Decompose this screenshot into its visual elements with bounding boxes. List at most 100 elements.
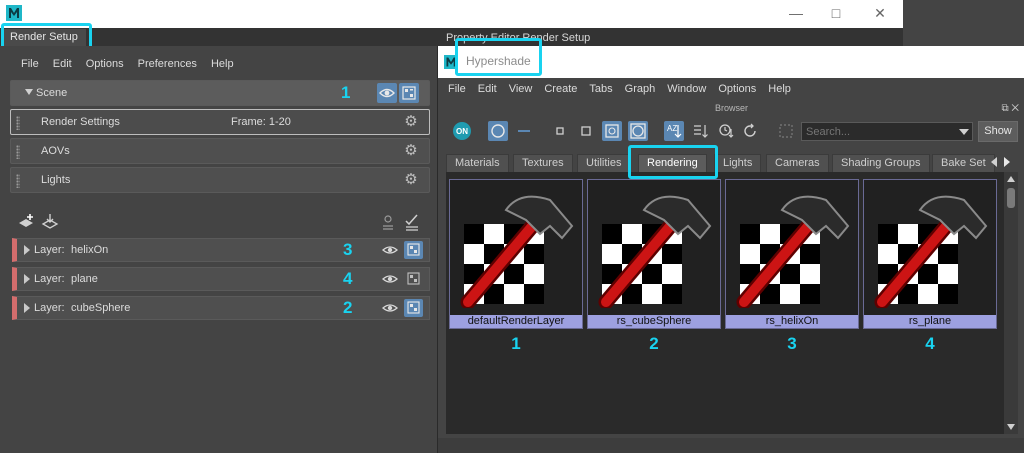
swatch-item[interactable]: defaultRenderLayer [449,179,583,329]
tab-bake-set[interactable]: Bake Set [932,154,995,172]
show-button[interactable]: Show [978,121,1018,142]
list-view-icon[interactable] [514,121,534,141]
layer-row-helixon[interactable]: Layer: helixOn 3 [12,238,430,262]
scene-row[interactable]: Scene 1 [10,80,430,106]
swatch-item[interactable]: rs_cubeSphere [587,179,721,329]
sort-by-type-icon[interactable] [690,121,710,141]
search-input[interactable] [801,122,973,141]
renderable-toggle[interactable] [404,241,423,259]
eye-icon[interactable] [381,270,399,288]
menu-edit[interactable]: Edit [472,79,503,99]
swatch-number: 1 [511,334,521,353]
refresh-icon[interactable] [740,121,760,141]
search-dropdown-icon[interactable] [959,129,969,135]
minimize-icon[interactable]: — [786,5,806,21]
collection-label: Render Settings [41,116,120,128]
panel-float-close-icons[interactable]: ⧉ ✕ [1001,102,1019,116]
tab-scroll-right-icon[interactable] [1004,157,1010,167]
layer-badge-number: 2 [343,298,353,317]
drag-handle-icon[interactable] [16,174,20,188]
large-swatch-button[interactable] [602,121,622,141]
layer-name: helixOn [71,244,109,256]
tab-utilities[interactable]: Utilities [577,154,631,172]
menu-file[interactable]: File [442,79,472,99]
collection-lights[interactable]: Lights ⚙ [10,167,430,193]
menu-window[interactable]: Window [661,79,712,99]
tab-scroll-left-icon[interactable] [991,157,997,167]
expand-arrow-icon[interactable] [24,245,30,255]
close-icon[interactable]: ✕ [870,5,890,21]
gear-icon[interactable]: ⚙ [403,172,419,188]
scrollbar-thumb[interactable] [1007,188,1015,208]
swatch-item[interactable]: rs_plane [863,179,997,329]
tab-lights[interactable]: Lights [714,154,762,172]
layer-row-plane[interactable]: Layer: plane 4 [12,267,430,291]
menu-preferences[interactable]: Preferences [131,54,204,74]
layer-row-cubesphere[interactable]: Layer: cubeSphere 2 [12,296,430,320]
small-swatch-icon[interactable] [550,121,570,141]
browser-tabs: Materials Textures Utilities Rendering L… [438,152,1024,172]
menu-edit[interactable]: Edit [46,54,79,74]
swatch-number: 3 [787,334,797,353]
filter-icon[interactable] [776,121,796,141]
swatch-label: rs_cubeSphere [588,315,720,328]
drag-handle-icon[interactable] [16,116,20,130]
render-layer-list: Layer: helixOn 3 Layer: plane 4 Layer: c… [12,238,430,325]
scene-render-button[interactable] [399,83,419,103]
large-swatch-glyph [605,124,619,138]
menu-options[interactable]: Options [79,54,131,74]
menu-file[interactable]: File [14,54,46,74]
menu-help[interactable]: Help [204,54,241,74]
vertical-scrollbar[interactable] [1004,172,1018,434]
tab-cameras[interactable]: Cameras [766,154,829,172]
import-layer-icon[interactable] [40,212,60,232]
tab-shading-groups[interactable]: Shading Groups [832,154,930,172]
render-icon [407,243,420,256]
collection-render-settings[interactable]: Render Settings Frame: 1-20 ⚙ [10,109,430,135]
expand-arrow-icon[interactable] [24,274,30,284]
renderable-toggle[interactable] [404,299,423,317]
menu-help[interactable]: Help [762,79,797,99]
eye-icon[interactable] [381,299,399,317]
render-layer-hammer-icon [598,195,712,308]
maximize-icon[interactable]: □ [826,5,846,21]
swatch-number: 2 [649,334,659,353]
tab-textures[interactable]: Textures [513,154,573,172]
medium-swatch-icon[interactable] [576,121,596,141]
swatch-view-button[interactable] [488,121,508,141]
gear-icon[interactable]: ⚙ [403,143,419,159]
layer-options-icon[interactable] [378,212,398,232]
drag-handle-icon[interactable] [16,145,20,159]
collection-aovs[interactable]: AOVs ⚙ [10,138,430,164]
layer-options-glyph [383,215,393,230]
hypershade-bottom-bar [438,438,1024,453]
swatch-item[interactable]: rs_helixOn [725,179,859,329]
menu-graph[interactable]: Graph [619,79,662,99]
sort-by-time-icon[interactable] [716,121,736,141]
render-setup-titlebar[interactable]: — □ ✕ [0,0,903,28]
expand-triangle-icon[interactable] [25,89,33,95]
menu-create[interactable]: Create [538,79,583,99]
layer-badge-number: 4 [343,269,353,288]
on-toggle-icon[interactable]: ON [452,121,472,141]
menu-options[interactable]: Options [712,79,762,99]
create-layer-icon[interactable] [16,212,36,232]
render-setup-tabbar: Render Setup Property Editor Render Setu… [0,28,903,46]
tab-materials[interactable]: Materials [446,154,509,172]
xlarge-swatch-glyph [630,123,646,139]
eye-icon[interactable] [381,241,399,259]
scene-visibility-button[interactable] [377,83,397,103]
scroll-up-icon[interactable] [1007,176,1015,182]
layer-checklist-icon[interactable] [402,212,422,232]
menu-tabs[interactable]: Tabs [583,79,618,99]
menu-view[interactable]: View [503,79,539,99]
highlight-rendering-tab [628,145,718,179]
swatch-label: defaultRenderLayer [450,315,582,328]
expand-arrow-icon[interactable] [24,303,30,313]
scroll-down-icon[interactable] [1007,424,1015,430]
sort-by-name-button[interactable]: AZ [664,121,684,141]
xlarge-swatch-button[interactable] [628,121,648,141]
gear-icon[interactable]: ⚙ [403,114,419,130]
sort-label: AZ [667,124,677,133]
renderable-toggle[interactable] [404,270,423,288]
